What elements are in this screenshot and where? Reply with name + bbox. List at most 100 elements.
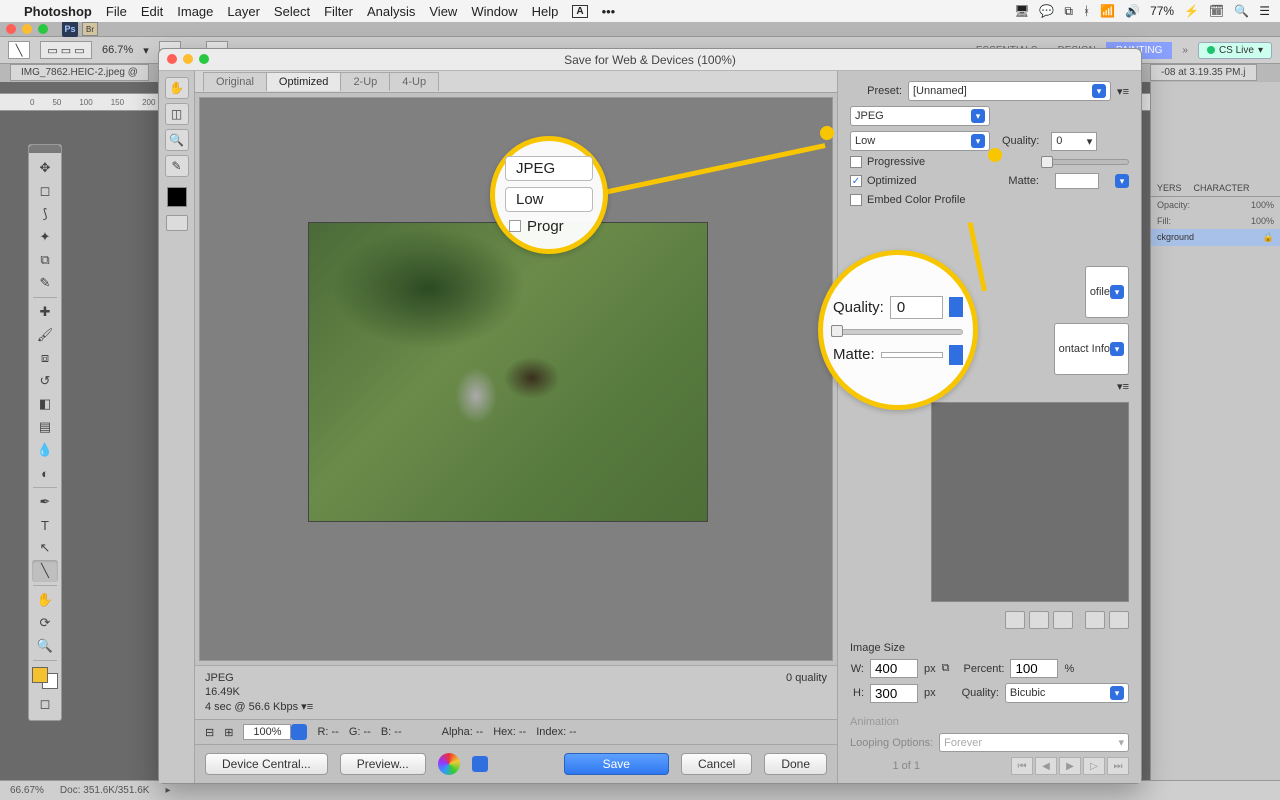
stamp-tool-icon[interactable]: ⧈ — [32, 347, 58, 369]
marquee-tool-icon[interactable]: ◻ — [32, 180, 58, 202]
fill-value[interactable]: 100% — [1251, 216, 1274, 226]
display-icon[interactable]: 🖥 — [1014, 4, 1029, 18]
quality-slider[interactable] — [1042, 159, 1129, 165]
embed-profile-checkbox[interactable]: Embed Color Profile — [850, 194, 1129, 206]
layer-item[interactable]: ckground — [1157, 232, 1194, 243]
menu-filter[interactable]: Filter — [324, 4, 353, 19]
tab-2up[interactable]: 2-Up — [340, 72, 390, 91]
path-tool-icon[interactable]: ↖ — [32, 537, 58, 559]
dodge-tool-icon[interactable]: ◐ — [32, 462, 58, 484]
status-arrow-icon[interactable]: ▸ — [165, 785, 170, 796]
dialog-titlebar[interactable]: Save for Web & Devices (100%) — [159, 49, 1141, 71]
menu-edit[interactable]: Edit — [141, 4, 163, 19]
save-button[interactable]: Save — [564, 753, 669, 775]
chevron-down-icon[interactable] — [472, 756, 488, 772]
app-name[interactable]: Photoshop — [24, 4, 92, 19]
tab-4up[interactable]: 4-Up — [389, 72, 439, 91]
document-tab[interactable]: IMG_7862.HEIC-2.jpeg @ — [10, 64, 149, 81]
device-central-button[interactable]: Device Central... — [205, 753, 328, 775]
rotate-tool-icon[interactable]: ⟳ — [32, 612, 58, 634]
hand-icon[interactable]: ✋ — [165, 77, 189, 99]
workspace-more-icon[interactable]: » — [1172, 42, 1198, 59]
tab-optimized[interactable]: Optimized — [266, 72, 342, 91]
contact-select[interactable]: ontact Info▾ — [1054, 323, 1129, 375]
control-center-icon[interactable]: ☰ — [1259, 4, 1270, 18]
menu-analysis[interactable]: Analysis — [367, 4, 415, 19]
status-doc[interactable]: Doc: 351.6K/351.6K — [60, 785, 150, 796]
menu-view[interactable]: View — [429, 4, 457, 19]
window-controls[interactable] — [6, 24, 48, 34]
healing-tool-icon[interactable]: ✚ — [32, 301, 58, 323]
zoom-in-icon[interactable]: ⊞ — [224, 726, 233, 739]
brush-tool-icon[interactable]: 🖌 — [32, 324, 58, 346]
optimized-checkbox[interactable]: ✓Optimized — [850, 175, 917, 187]
line-tool-icon[interactable]: ╲ — [32, 560, 58, 582]
history-brush-icon[interactable]: ↺ — [32, 370, 58, 392]
opacity-value[interactable]: 100% — [1251, 200, 1274, 210]
progressive-checkbox[interactable]: Progressive — [850, 156, 925, 168]
zoom-combo[interactable]: 66.7% — [102, 44, 133, 56]
tool-preset-icon[interactable]: ╲ — [8, 41, 30, 59]
format-select[interactable]: JPEG▾ — [850, 106, 990, 126]
zoom-select[interactable]: 100% — [243, 724, 291, 740]
date-icon[interactable]: 🗓 — [1209, 4, 1224, 18]
color-swatches[interactable] — [32, 667, 58, 689]
menu-image[interactable]: Image — [177, 4, 213, 19]
menu-window[interactable]: Window — [471, 4, 517, 19]
chevron-down-icon[interactable] — [291, 724, 307, 740]
chat-icon[interactable]: 💬 — [1039, 4, 1054, 18]
matte-swatch[interactable] — [1055, 173, 1099, 189]
cs-live-button[interactable]: CS Live▾ — [1198, 42, 1272, 59]
chevron-down-icon[interactable]: ▾ — [143, 44, 149, 57]
quality-preset-select[interactable]: Low▾ — [850, 131, 990, 151]
wifi-icon[interactable]: 📶 — [1100, 4, 1115, 18]
info-menu-icon[interactable]: ▾≡ — [301, 701, 313, 713]
eraser-tool-icon[interactable]: ◧ — [32, 393, 58, 415]
quickmask-icon[interactable]: ◻ — [32, 693, 58, 715]
quality-field[interactable]: 0▾ — [1051, 132, 1097, 151]
color-table-buttons[interactable] — [850, 611, 1129, 629]
screen-icon[interactable]: ⧉ — [1064, 4, 1073, 19]
eyedropper-tool-icon[interactable]: ✎ — [32, 272, 58, 294]
bridge-icon[interactable]: Br — [82, 22, 98, 36]
slice-visibility-icon[interactable] — [166, 215, 188, 231]
gradient-tool-icon[interactable]: ▤ — [32, 416, 58, 438]
close-icon[interactable] — [167, 54, 177, 64]
browser-preview-icon[interactable] — [438, 753, 460, 775]
zoom-icon[interactable] — [199, 54, 209, 64]
document-tab[interactable]: -08 at 3.19.35 PM.j — [1150, 64, 1257, 81]
overflow-icon[interactable]: ••• — [602, 4, 616, 19]
wand-tool-icon[interactable]: ✦ — [32, 226, 58, 248]
panel-tabs[interactable]: YERSCHARACTER — [1151, 180, 1280, 197]
hand-tool-icon[interactable]: ✋ — [32, 589, 58, 611]
width-field[interactable] — [870, 659, 918, 678]
blur-tool-icon[interactable]: 💧 — [32, 439, 58, 461]
rect-options[interactable]: ▭ ▭ ▭ — [40, 41, 92, 59]
zoom-tool-icon[interactable]: 🔍 — [32, 635, 58, 657]
spotlight-icon[interactable]: 🔍 — [1234, 4, 1249, 18]
panel-menu-icon[interactable]: ▾≡ — [1117, 380, 1129, 393]
done-button[interactable]: Done — [764, 753, 827, 775]
eyedropper-icon[interactable]: ✎ — [165, 155, 189, 177]
link-icon[interactable]: ⧉ — [942, 662, 950, 675]
bluetooth-icon[interactable]: ᚼ — [1083, 4, 1090, 18]
menu-file[interactable]: File — [106, 4, 127, 19]
percent-field[interactable] — [1010, 659, 1058, 678]
menu-layer[interactable]: Layer — [227, 4, 260, 19]
volume-icon[interactable]: 🔊 — [1125, 4, 1140, 18]
status-zoom[interactable]: 66.67% — [10, 785, 44, 796]
crop-tool-icon[interactable]: ⧉ — [32, 249, 58, 271]
profile-select[interactable]: ofile▾ — [1085, 266, 1129, 318]
cancel-button[interactable]: Cancel — [681, 753, 752, 775]
zoom-icon[interactable]: 🔍 — [165, 129, 189, 151]
tab-original[interactable]: Original — [203, 72, 267, 91]
minimize-icon[interactable] — [183, 54, 193, 64]
lasso-tool-icon[interactable]: ⟆ — [32, 203, 58, 225]
color-swatch[interactable] — [167, 187, 187, 207]
move-tool-icon[interactable]: ✥ — [32, 157, 58, 179]
chevron-down-icon[interactable]: ▾ — [1115, 174, 1129, 188]
type-tool-icon[interactable]: T — [32, 514, 58, 536]
height-field[interactable] — [870, 684, 918, 703]
menu-select[interactable]: Select — [274, 4, 310, 19]
zoom-out-icon[interactable]: ⊟ — [205, 726, 214, 739]
